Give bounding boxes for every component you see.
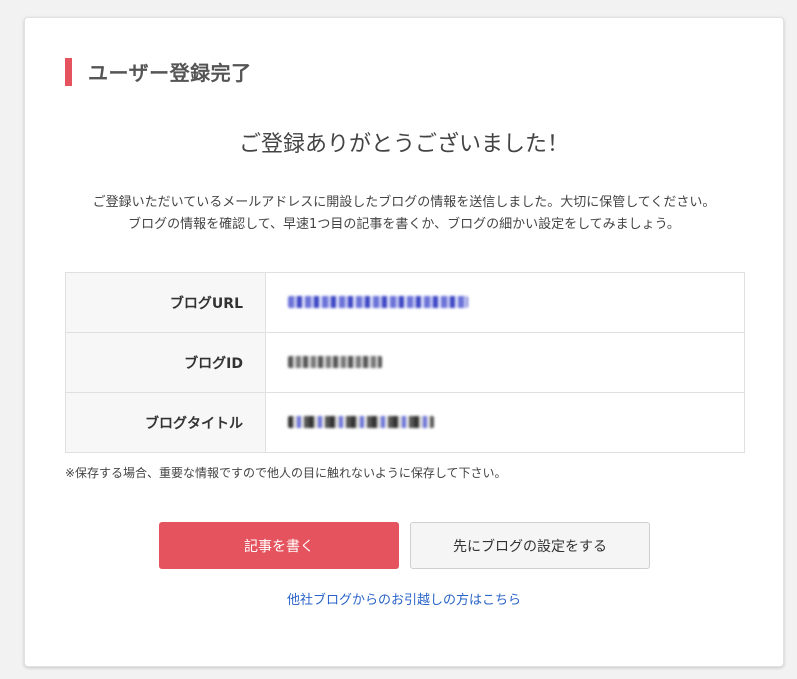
description: ご登録いただいているメールアドレスに開設したブログの情報を送信しました。大切に保… [25,192,783,236]
blog-url-label: ブログURL [65,272,266,333]
page-header: ユーザー登録完了 [65,57,252,86]
registration-complete-card: ユーザー登録完了 ご登録ありがとうございました！ ご登録いただいているメールアド… [24,17,784,667]
thanks-heading: ご登録ありがとうございました！ [238,132,569,157]
migrate-link[interactable]: 他社ブログからのお引越しの方はこちら [25,589,783,608]
blog-id-value [265,332,745,393]
description-line-2: ブログの情報を確認して、早速1つ目の記事を書くか、ブログの細かい設定をしてみまし… [128,217,680,232]
write-post-button[interactable]: 記事を書く [159,522,399,569]
blog-title-value [265,392,745,453]
blurred-blog-url [288,296,468,308]
description-line-1: ご登録いただいているメールアドレスに開設したブログの情報を送信しました。大切に保… [92,195,716,210]
blog-info-table: ブログURL ブログID ブログタイトル [65,272,745,453]
table-row-blog-title: ブログタイトル [65,392,745,453]
table-row-blog-url: ブログURL [65,272,745,333]
blurred-blog-title [288,416,434,428]
blog-id-label: ブログID [65,332,266,393]
page-title: ユーザー登録完了 [88,61,252,85]
blurred-blog-id [288,356,382,368]
table-row-blog-id: ブログID [65,332,745,393]
blog-url-value [265,272,745,333]
title-accent-bar [65,57,72,86]
blog-settings-button[interactable]: 先にブログの設定をする [410,522,650,569]
blog-title-label: ブログタイトル [65,392,266,453]
save-note: ※保存する場合、重要な情報ですので他人の目に触れないように保存して下さい。 [65,466,507,480]
